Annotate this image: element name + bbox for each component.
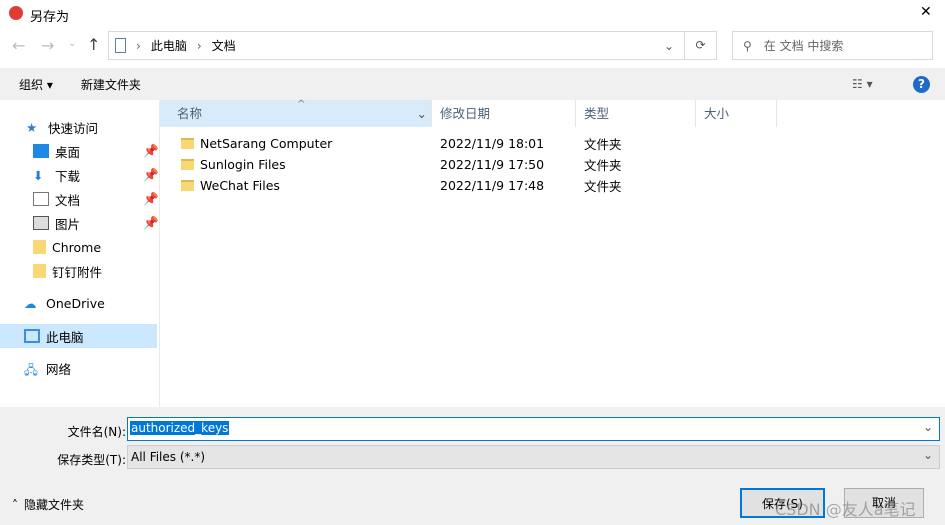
column-size[interactable]: 大小 <box>696 100 777 127</box>
file-row[interactable]: NetSarang Computer 2022/11/9 18:01 文件夹 <box>160 133 780 154</box>
window-title: 另存为 <box>30 10 70 25</box>
nav-downloads[interactable]: ⬇ 下载 📌 <box>0 163 159 187</box>
column-label: 名称 <box>177 106 203 121</box>
nav-label: 此电脑 <box>46 329 84 345</box>
pin-icon[interactable]: 📌 <box>143 167 159 183</box>
file-type: 文件夹 <box>584 179 622 194</box>
back-button[interactable]: ← <box>12 36 25 55</box>
column-date[interactable]: 修改日期 <box>432 100 576 127</box>
help-button[interactable]: ? <box>913 75 930 93</box>
nav-documents[interactable]: 文档 📌 <box>0 187 159 211</box>
filename-input[interactable]: authorized_keys ⌄ <box>127 417 940 441</box>
cloud-icon: ☁ <box>24 296 37 311</box>
file-type: 文件夹 <box>584 158 622 173</box>
file-name: NetSarang Computer <box>200 136 333 151</box>
folder-icon <box>33 264 46 278</box>
desktop-icon <box>33 144 49 158</box>
nav-label: 快速访问 <box>48 120 99 136</box>
sort-ascending-icon: ^ <box>297 99 306 110</box>
nav-pictures[interactable]: 图片 📌 <box>0 211 159 235</box>
nav-chrome[interactable]: Chrome <box>0 235 157 259</box>
folder-icon <box>181 138 194 149</box>
address-bar[interactable]: › 此电脑 › 文档 ⌄ <box>108 31 685 60</box>
folder-icon <box>33 240 46 254</box>
filetype-label: 保存类型(T): <box>57 453 126 467</box>
recent-dropdown[interactable]: ⌄ <box>68 38 76 49</box>
computer-icon <box>24 329 40 343</box>
nav-network[interactable]: 🖧 网络 <box>0 356 157 380</box>
refresh-button[interactable]: ⟳ <box>685 31 717 60</box>
new-folder-button[interactable]: 新建文件夹 <box>81 76 141 93</box>
organize-button[interactable]: 组织 ▾ <box>19 76 53 93</box>
file-type: 文件夹 <box>584 137 622 152</box>
title-bar: 另存为 ✕ <box>0 0 945 30</box>
filetype-value: All Files (*.*) <box>131 450 206 464</box>
picture-icon <box>33 216 49 230</box>
column-headers: 名称 ^ ⌄ 修改日期 类型 大小 <box>160 99 777 127</box>
chevron-down-icon[interactable]: ⌄ <box>923 420 933 434</box>
column-name[interactable]: 名称 ^ ⌄ <box>160 99 432 127</box>
star-icon: ★ <box>26 120 38 135</box>
file-date: 2022/11/9 17:50 <box>440 157 545 172</box>
chevron-down-icon[interactable]: ⌄ <box>923 448 933 462</box>
app-icon <box>9 6 23 20</box>
document-icon <box>115 38 126 53</box>
nav-desktop[interactable]: 桌面 📌 <box>0 139 159 163</box>
nav-label: Chrome <box>52 239 102 255</box>
file-row[interactable]: WeChat Files 2022/11/9 17:48 文件夹 <box>160 175 780 196</box>
file-date: 2022/11/9 18:01 <box>440 136 545 151</box>
chevron-up-icon: ˄ <box>12 498 18 512</box>
file-date: 2022/11/9 17:48 <box>440 178 545 193</box>
filename-label: 文件名(N): <box>67 425 126 439</box>
nav-label: OneDrive <box>46 295 105 311</box>
forward-button[interactable]: → <box>41 36 54 55</box>
toolbar: 组织 ▾ 新建文件夹 ☷ ▾ ? <box>0 68 945 100</box>
breadcrumb-documents[interactable]: 文档 <box>212 37 236 54</box>
nav-label: 网络 <box>46 361 72 377</box>
nav-quick-access[interactable]: ★ 快速访问 <box>0 115 157 139</box>
pin-icon[interactable]: 📌 <box>143 143 159 159</box>
document-icon <box>33 192 49 206</box>
search-placeholder: 在 文档 中搜索 <box>763 39 844 53</box>
download-icon: ⬇ <box>33 168 44 183</box>
file-row[interactable]: Sunlogin Files 2022/11/9 17:50 文件夹 <box>160 154 780 175</box>
nav-this-pc[interactable]: 此电脑 <box>0 324 157 348</box>
search-input[interactable]: ⚲ 在 文档 中搜索 <box>732 31 933 60</box>
watermark: CSDN @友人a笔记 <box>775 500 916 519</box>
close-button[interactable]: ✕ <box>920 4 932 20</box>
nav-label: 桌面 <box>55 144 81 160</box>
pin-icon[interactable]: 📌 <box>143 215 159 231</box>
folder-icon <box>181 159 194 170</box>
view-options-icon[interactable]: ☷ ▾ <box>852 77 873 91</box>
filetype-select[interactable]: All Files (*.*) ⌄ <box>127 445 940 469</box>
column-type[interactable]: 类型 <box>576 100 696 127</box>
file-name: WeChat Files <box>200 178 280 193</box>
hide-folders-label: 隐藏文件夹 <box>24 498 85 512</box>
up-button[interactable]: ↑ <box>87 35 100 54</box>
nav-onedrive[interactable]: ☁ OneDrive <box>0 291 157 315</box>
breadcrumb-this-pc[interactable]: 此电脑 <box>151 37 187 54</box>
network-icon: 🖧 <box>24 362 38 377</box>
pin-icon[interactable]: 📌 <box>143 191 159 207</box>
folder-icon <box>181 180 194 191</box>
navigation-pane: ★ 快速访问 桌面 📌 ⬇ 下载 📌 文档 📌 图片 📌 Chrome 钉钉附件 ☁ OneD… <box>0 100 160 407</box>
nav-label: 下载 <box>55 168 81 184</box>
save-panel: 文件名(N): authorized_keys ⌄ 保存类型(T): All F… <box>0 407 945 525</box>
chevron-down-icon[interactable]: ⌄ <box>417 100 427 127</box>
hide-folders-toggle[interactable]: ˄ 隐藏文件夹 <box>12 496 84 513</box>
nav-label: 图片 <box>55 216 81 232</box>
search-icon: ⚲ <box>743 38 752 53</box>
chevron-down-icon[interactable]: ⌄ <box>664 39 674 53</box>
nav-label: 钉钉附件 <box>52 264 103 280</box>
nav-label: 文档 <box>55 192 81 208</box>
nav-dingtalk[interactable]: 钉钉附件 <box>0 259 157 283</box>
filename-value: authorized_keys <box>130 421 230 435</box>
file-name: Sunlogin Files <box>200 157 286 172</box>
